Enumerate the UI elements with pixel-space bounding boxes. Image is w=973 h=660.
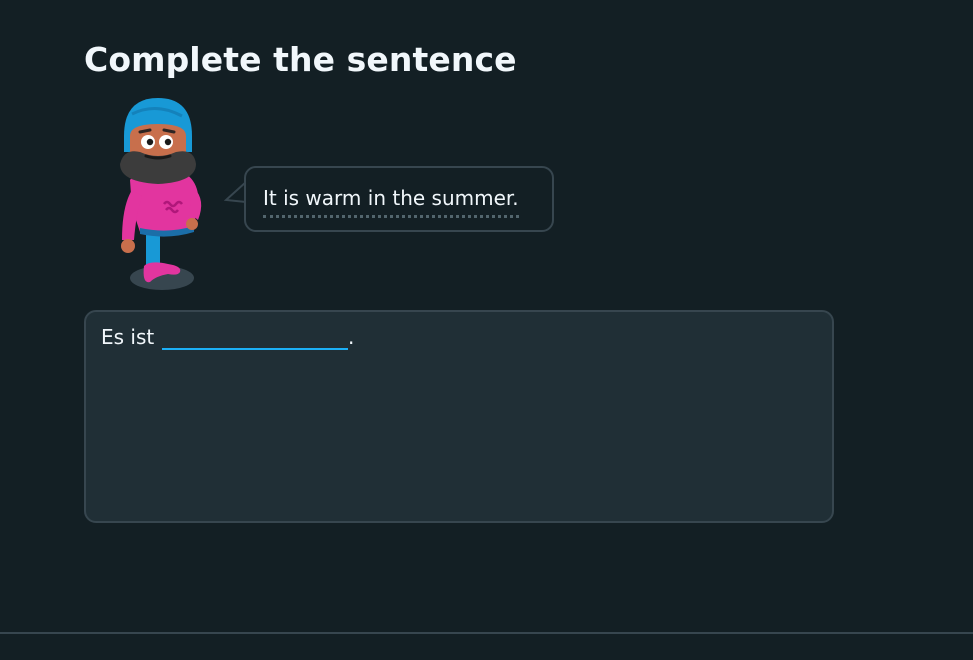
answer-blank-input[interactable] <box>162 324 348 350</box>
answer-prefix: Es ist <box>101 325 155 349</box>
prompt-sentence[interactable]: It is warm in the summer. <box>263 186 519 218</box>
answer-area: Es ist . <box>84 310 834 523</box>
footer-divider <box>0 632 973 634</box>
challenge-page: Complete the sentence It is warm in the … <box>0 0 973 660</box>
turban-character-icon <box>120 98 202 290</box>
answer-suffix: . <box>348 325 355 349</box>
prompt-speech-bubble: It is warm in the summer. <box>244 166 554 232</box>
challenge-title: Complete the sentence <box>84 40 517 79</box>
